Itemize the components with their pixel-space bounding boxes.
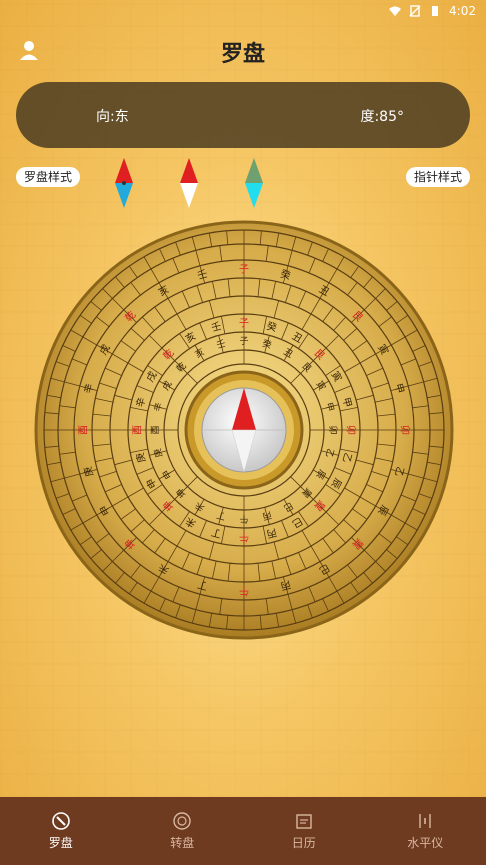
nav-label: 转盘 xyxy=(170,836,195,850)
dial-icon xyxy=(173,812,191,830)
nav-label: 日历 xyxy=(291,836,316,850)
ring-glyph: 酉 xyxy=(133,425,144,435)
direction-info-panel: 向:东 度:85° xyxy=(16,82,470,148)
ring-glyph: 子 xyxy=(239,336,248,347)
bottom-nav: 罗盘 转盘 日历 水平仪 xyxy=(0,797,486,865)
status-time: 4:02 xyxy=(449,4,476,18)
ring-glyph: 子 xyxy=(239,318,249,330)
calendar-icon xyxy=(296,814,312,829)
ring-glyph: 午 xyxy=(239,585,249,598)
no-sim-icon xyxy=(409,5,421,17)
needle-option-green-cyan[interactable] xyxy=(245,158,263,208)
degree-readout: 度:85° xyxy=(360,109,404,125)
page-title: 罗盘 xyxy=(220,42,265,67)
level-icon xyxy=(419,814,431,828)
ring-glyph: 午 xyxy=(239,513,248,525)
ring-glyph: 子 xyxy=(239,264,249,276)
compass-icon xyxy=(51,812,70,830)
nav-label: 水平仪 xyxy=(407,836,444,850)
needle-option-red-white[interactable] xyxy=(180,158,198,208)
ring-glyph: 卯 xyxy=(327,425,338,434)
nav-item-calendar[interactable]: 日历 xyxy=(243,797,365,865)
ring-glyph: 酉 xyxy=(150,425,161,434)
nav-label: 罗盘 xyxy=(48,836,73,850)
battery-icon xyxy=(432,6,439,16)
status-bar: 4:02 xyxy=(0,0,486,22)
ring-glyph: 酉 xyxy=(79,425,90,435)
wifi-icon xyxy=(389,6,402,16)
luopan-compass: 子癸丑艮寅甲卯乙辰巽巳丙午丁未坤申庚酉辛戌乾亥壬子癸丑艮寅甲卯乙辰巽巳丙午丁未坤… xyxy=(34,220,454,640)
nav-item-compass[interactable]: 罗盘 xyxy=(0,797,122,865)
nav-item-level[interactable]: 水平仪 xyxy=(365,797,486,865)
header: 罗盘 xyxy=(0,28,486,72)
ring-glyph: 卯 xyxy=(345,425,357,435)
luopan-dial: 子癸丑艮寅甲卯乙辰巽巳丙午丁未坤申庚酉辛戌乾亥壬子 癸丑艮寅甲卯乙辰巽巳丙午丁未坤… xyxy=(34,220,454,640)
direction-readout: 向:东 xyxy=(96,109,129,125)
needle-option-red-blue[interactable] xyxy=(115,158,133,208)
nav-item-dial[interactable]: 转盘 xyxy=(122,797,244,865)
compass-style-button[interactable]: 罗盘样式 xyxy=(16,167,81,187)
needle-style-button[interactable]: 指针样式 xyxy=(405,167,470,187)
ring-glyph: 午 xyxy=(239,531,249,544)
ring-glyph: 卯 xyxy=(399,425,411,435)
